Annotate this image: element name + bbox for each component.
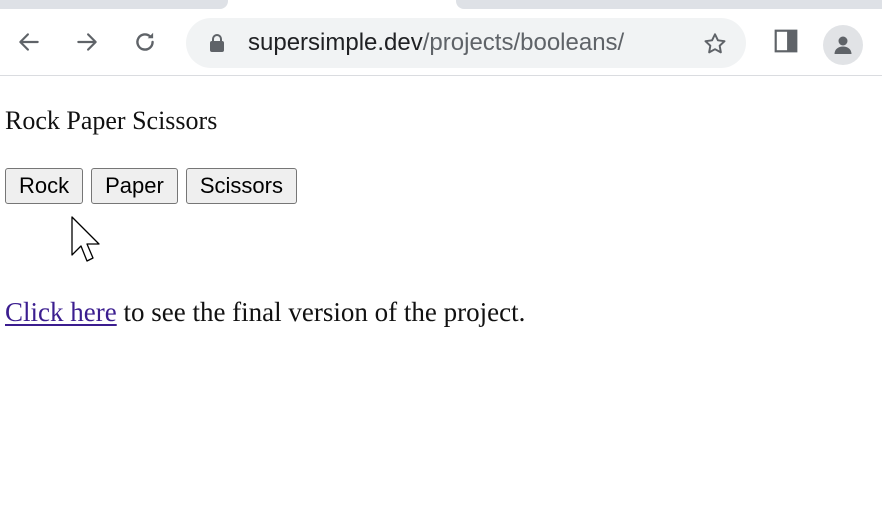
- reload-icon: [136, 32, 154, 51]
- profile-icon: [834, 36, 852, 54]
- tab-strip: [0, 0, 882, 10]
- forward-button[interactable]: [70, 25, 104, 59]
- scissors-button[interactable]: Scissors: [185, 168, 297, 204]
- browser-toolbar: supersimple.dev/projects/booleans/: [0, 10, 882, 76]
- final-version-note: Click here to see the final version of t…: [5, 295, 525, 329]
- reload-button[interactable]: [128, 25, 162, 59]
- mouse-cursor-icon: [71, 216, 100, 262]
- final-version-text: to see the final version of the project.: [116, 297, 526, 327]
- rock-button[interactable]: Rock: [5, 168, 84, 204]
- forward-arrow-icon: [77, 33, 97, 51]
- address-bar[interactable]: supersimple.dev/projects/booleans/: [186, 18, 746, 68]
- url-path: /projects/booleans/: [422, 29, 625, 56]
- back-arrow-icon: [19, 33, 39, 51]
- star-icon[interactable]: [702, 31, 728, 57]
- page-title: Rock Paper Scissors: [5, 106, 218, 135]
- lock-icon[interactable]: [208, 33, 226, 53]
- side-panel-icon[interactable]: [773, 28, 799, 54]
- page-content: Rock Paper Scissors Rock Paper Scissors …: [5, 76, 882, 532]
- inactive-tab[interactable]: [0, 0, 228, 9]
- url-host: supersimple.dev: [248, 29, 423, 56]
- inactive-tab[interactable]: [456, 0, 882, 9]
- profile-button[interactable]: [823, 25, 863, 65]
- paper-button[interactable]: Paper: [91, 168, 178, 204]
- back-button[interactable]: [12, 25, 46, 59]
- click-here-link[interactable]: Click here: [5, 297, 117, 327]
- url-text[interactable]: supersimple.dev/projects/booleans/: [248, 29, 624, 57]
- choice-buttons: Rock Paper Scissors: [5, 168, 297, 204]
